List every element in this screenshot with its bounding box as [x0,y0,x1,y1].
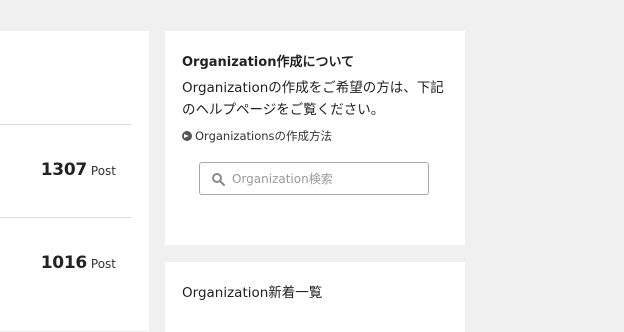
search-icon [212,172,225,186]
post-count-row: 1307 Post [41,160,116,180]
organization-list-panel: 1307 Post 1016 Post [0,31,149,331]
post-count: 1016 [40,253,87,273]
post-count-unit: Post [90,164,116,178]
organization-about-card: Organization作成について Organizationの作成をご希望の方… [165,31,465,245]
post-count: 1307 [40,160,87,180]
row-divider [0,217,131,218]
help-link-label: Organizationsの作成方法 [195,129,333,143]
organization-search-box[interactable] [199,162,429,195]
post-count-row: 1016 Post [41,253,116,273]
latest-card-title: Organization新着一覧 [182,285,323,301]
about-card-title: Organization作成について [182,55,355,70]
about-description-line: Organizationの作成をご希望の方は、下記 [182,80,444,96]
about-description-line: のヘルプページをご覧ください。 [182,102,385,118]
about-card-description: Organizationの作成をご希望の方は、下記 のヘルプページをご覧ください… [182,77,452,121]
help-link-create-organization[interactable]: Organizationsの作成方法 [182,128,332,144]
organization-search-input[interactable] [232,171,412,186]
organization-latest-card: Organization新着一覧 [165,262,465,332]
row-divider [0,124,131,125]
post-count-unit: Post [90,257,116,271]
circle-arrow-right-icon [182,131,192,141]
